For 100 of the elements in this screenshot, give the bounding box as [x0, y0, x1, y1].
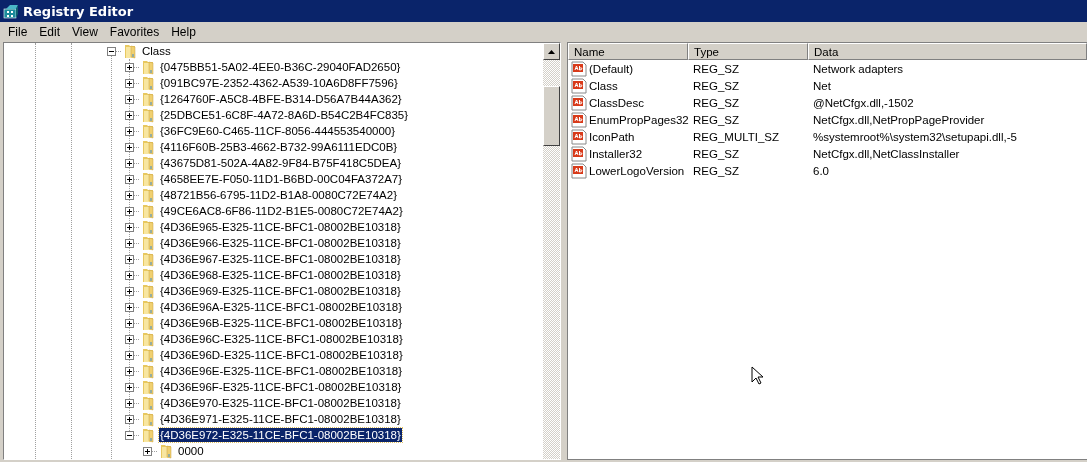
tree-item[interactable]: {4D36E96B-E325-11CE-BFC1-08002BE10318} [159, 316, 404, 330]
expand-icon[interactable] [125, 206, 134, 216]
folder-icon [140, 235, 156, 251]
menu-item[interactable]: Favorites [103, 24, 166, 39]
expand-icon[interactable] [125, 350, 134, 360]
expand-icon[interactable] [125, 238, 134, 248]
tree-item[interactable]: {4116F60B-25B3-4662-B732-99A6111EDC0B} [159, 140, 399, 154]
tree-item[interactable]: {4D36E96A-E325-11CE-BFC1-08002BE10318} [159, 300, 404, 314]
tree-item[interactable]: {4D36E969-E325-11CE-BFC1-08002BE10318} [159, 284, 402, 298]
expand-icon[interactable] [125, 318, 134, 328]
tree-item[interactable]: {48721B56-6795-11D2-B1A8-0080C72E74A2} [159, 188, 398, 202]
tree-item[interactable]: {49CE6AC8-6F86-11D2-B1E5-0080C72E74A2} [159, 204, 404, 218]
expand-icon[interactable] [125, 94, 134, 104]
tree-item[interactable]: {4D36E971-E325-11CE-BFC1-08002BE10318} [159, 412, 402, 426]
value-data: Net [812, 79, 832, 92]
expand-icon[interactable] [125, 174, 134, 184]
folder-icon [140, 123, 156, 139]
tree-item[interactable]: {4D36E96F-E325-11CE-BFC1-08002BE10318} [159, 380, 403, 394]
expand-icon[interactable] [125, 110, 134, 120]
folder-icon [140, 315, 156, 331]
folder-icon [140, 187, 156, 203]
folder-icon [140, 107, 156, 123]
tree-item[interactable]: Class [141, 44, 172, 58]
tree-item[interactable]: {25DBCE51-6C8F-4A72-8A6D-B54C2B4FC835} [159, 108, 410, 122]
tree-item[interactable]: {4D36E965-E325-11CE-BFC1-08002BE10318} [159, 220, 402, 234]
value-data: NetCfgx.dll,NetClassInstaller [812, 147, 961, 160]
tree-item[interactable]: {4D36E96E-E325-11CE-BFC1-08002BE10318} [159, 364, 404, 378]
menu-item[interactable]: Edit [33, 24, 67, 39]
tree-item[interactable]: {0475BB51-5A02-4EE0-B36C-29040FAD2650} [159, 60, 402, 74]
scroll-up-button[interactable] [543, 43, 560, 60]
tree-item[interactable]: {43675D81-502A-4A82-9F84-B75F418C5DEA} [159, 156, 403, 170]
value-data: NetCfgx.dll,NetPropPageProvider [812, 113, 986, 126]
tree-item[interactable]: {4D36E970-E325-11CE-BFC1-08002BE10318} [159, 396, 402, 410]
string-value-icon [571, 77, 587, 94]
expand-icon[interactable] [125, 366, 134, 376]
column-header[interactable]: Name [568, 43, 688, 60]
folder-icon [140, 427, 156, 443]
folder-icon [140, 363, 156, 379]
string-value-icon [571, 94, 587, 111]
tree-item[interactable]: {1264760F-A5C8-4BFE-B314-D56A7B44A362} [159, 92, 403, 106]
folder-icon [140, 219, 156, 235]
column-header[interactable]: Type [688, 43, 808, 60]
folder-icon [140, 251, 156, 267]
scrollbar-thumb[interactable] [543, 86, 560, 146]
folder-icon [158, 443, 174, 459]
expand-icon[interactable] [125, 270, 134, 280]
string-value-icon [571, 162, 587, 179]
value-data: @NetCfgx.dll,-1502 [812, 96, 915, 109]
value-name[interactable]: IconPath [589, 130, 635, 143]
tree-item[interactable]: {4D36E968-E325-11CE-BFC1-08002BE10318} [159, 268, 402, 282]
collapse-icon[interactable] [125, 430, 134, 440]
tree-item[interactable]: {4D36E966-E325-11CE-BFC1-08002BE10318} [159, 236, 402, 250]
column-header[interactable]: Data [808, 43, 1087, 60]
expand-icon[interactable] [125, 382, 134, 392]
value-name[interactable]: ClassDesc [589, 96, 644, 109]
menu-item[interactable]: Help [165, 24, 202, 39]
expand-icon[interactable] [125, 222, 134, 232]
mouse-pointer-icon [751, 366, 764, 386]
tree-item[interactable]: 0000 [177, 444, 205, 458]
expand-icon[interactable] [125, 334, 134, 344]
expand-icon[interactable] [125, 286, 134, 296]
expand-icon[interactable] [143, 446, 152, 456]
value-name[interactable]: LowerLogoVersion [589, 164, 685, 177]
tree-item[interactable]: {4D36E96C-E325-11CE-BFC1-08002BE10318} [159, 332, 404, 346]
expand-icon[interactable] [125, 190, 134, 200]
string-value-icon [571, 60, 587, 77]
expand-icon[interactable] [125, 62, 134, 72]
value-name[interactable]: Class [589, 79, 618, 92]
folder-icon [140, 91, 156, 107]
collapse-icon[interactable] [107, 46, 116, 56]
value-name[interactable]: Installer32 [589, 147, 643, 160]
tree-item[interactable]: {4D36E972-E325-11CE-BFC1-08002BE10318} [159, 428, 402, 442]
value-type: REG_SZ [692, 113, 740, 126]
expand-icon[interactable] [125, 302, 134, 312]
tree-item[interactable]: {4D36E967-E325-11CE-BFC1-08002BE10318} [159, 252, 402, 266]
expand-icon[interactable] [125, 126, 134, 136]
tree-item[interactable]: {091BC97E-2352-4362-A539-10A6D8FF7596} [159, 76, 399, 90]
expand-icon[interactable] [125, 254, 134, 264]
value-name[interactable]: (Default) [589, 62, 634, 75]
menu-item[interactable]: View [66, 24, 104, 39]
folder-icon [140, 139, 156, 155]
tree-item[interactable]: {4D36E96D-E325-11CE-BFC1-08002BE10318} [159, 348, 404, 362]
up-arrow-icon [548, 49, 555, 54]
menu-item[interactable]: File [2, 24, 34, 39]
expand-icon[interactable] [125, 414, 134, 424]
folder-icon [140, 203, 156, 219]
window-title: Registry Editor [23, 3, 134, 19]
value-name[interactable]: EnumPropPages32 [589, 113, 689, 126]
tree-item[interactable]: {4658EE7E-F050-11D1-B6BD-00C04FA372A7} [159, 172, 404, 186]
folder-icon [140, 395, 156, 411]
tree-item[interactable]: {36FC9E60-C465-11CF-8056-444553540000} [159, 124, 397, 138]
folder-icon [140, 283, 156, 299]
folder-icon [140, 379, 156, 395]
expand-icon[interactable] [125, 142, 134, 152]
expand-icon[interactable] [125, 398, 134, 408]
value-type: REG_SZ [692, 62, 740, 75]
folder-icon [140, 299, 156, 315]
expand-icon[interactable] [125, 78, 134, 88]
folder-icon [140, 411, 156, 427]
expand-icon[interactable] [125, 158, 134, 168]
